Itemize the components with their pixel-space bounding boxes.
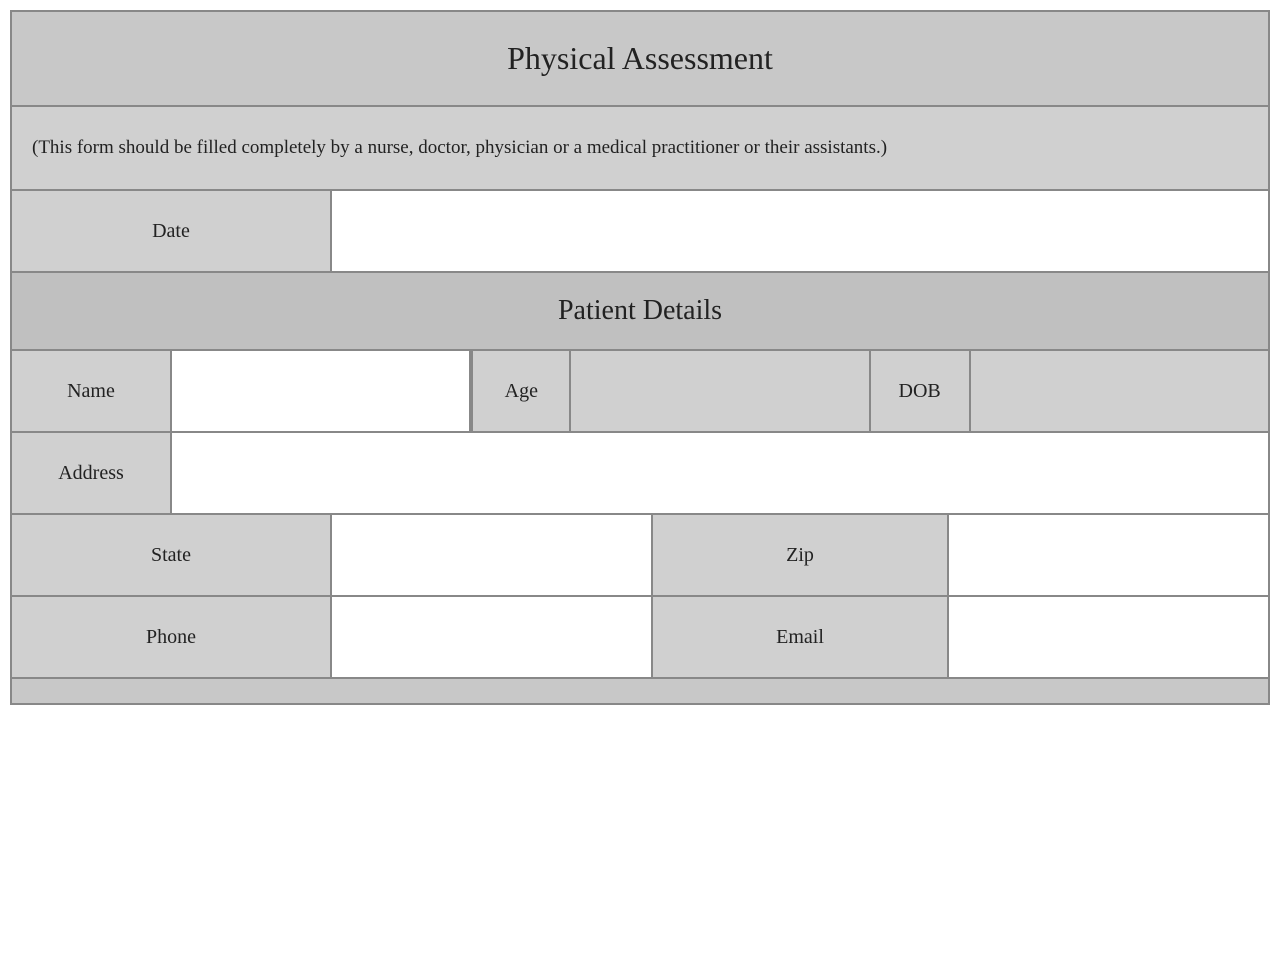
form-container: Physical Assessment (This form should be… bbox=[10, 10, 1270, 705]
state-zip-row: State Zip bbox=[12, 515, 1268, 597]
patient-details-header: Patient Details bbox=[12, 273, 1268, 351]
zip-label: Zip bbox=[653, 515, 950, 595]
date-row: Date bbox=[12, 191, 1268, 273]
name-label: Name bbox=[12, 351, 172, 431]
name-input[interactable] bbox=[172, 351, 471, 431]
state-label: State bbox=[12, 515, 332, 595]
dob-label: DOB bbox=[871, 351, 971, 431]
address-input[interactable] bbox=[172, 433, 1268, 513]
bottom-strip bbox=[12, 679, 1268, 703]
email-label: Email bbox=[653, 597, 950, 677]
address-row: Address bbox=[12, 433, 1268, 515]
dob-input[interactable] bbox=[971, 351, 1268, 431]
phone-label: Phone bbox=[12, 597, 332, 677]
age-input[interactable] bbox=[571, 351, 870, 431]
date-label: Date bbox=[12, 191, 332, 271]
phone-input[interactable] bbox=[332, 597, 653, 677]
title-text: Physical Assessment bbox=[507, 40, 773, 76]
email-input[interactable] bbox=[949, 597, 1268, 677]
description-text: (This form should be filled completely b… bbox=[32, 137, 887, 158]
form-title: Physical Assessment bbox=[12, 12, 1268, 107]
date-input[interactable] bbox=[332, 191, 1268, 271]
form-description: (This form should be filled completely b… bbox=[12, 107, 1268, 191]
state-input[interactable] bbox=[332, 515, 653, 595]
phone-email-row: Phone Email bbox=[12, 597, 1268, 679]
address-label: Address bbox=[12, 433, 172, 513]
age-label: Age bbox=[471, 351, 571, 431]
name-age-dob-row: Name Age DOB bbox=[12, 351, 1268, 433]
zip-input[interactable] bbox=[949, 515, 1268, 595]
